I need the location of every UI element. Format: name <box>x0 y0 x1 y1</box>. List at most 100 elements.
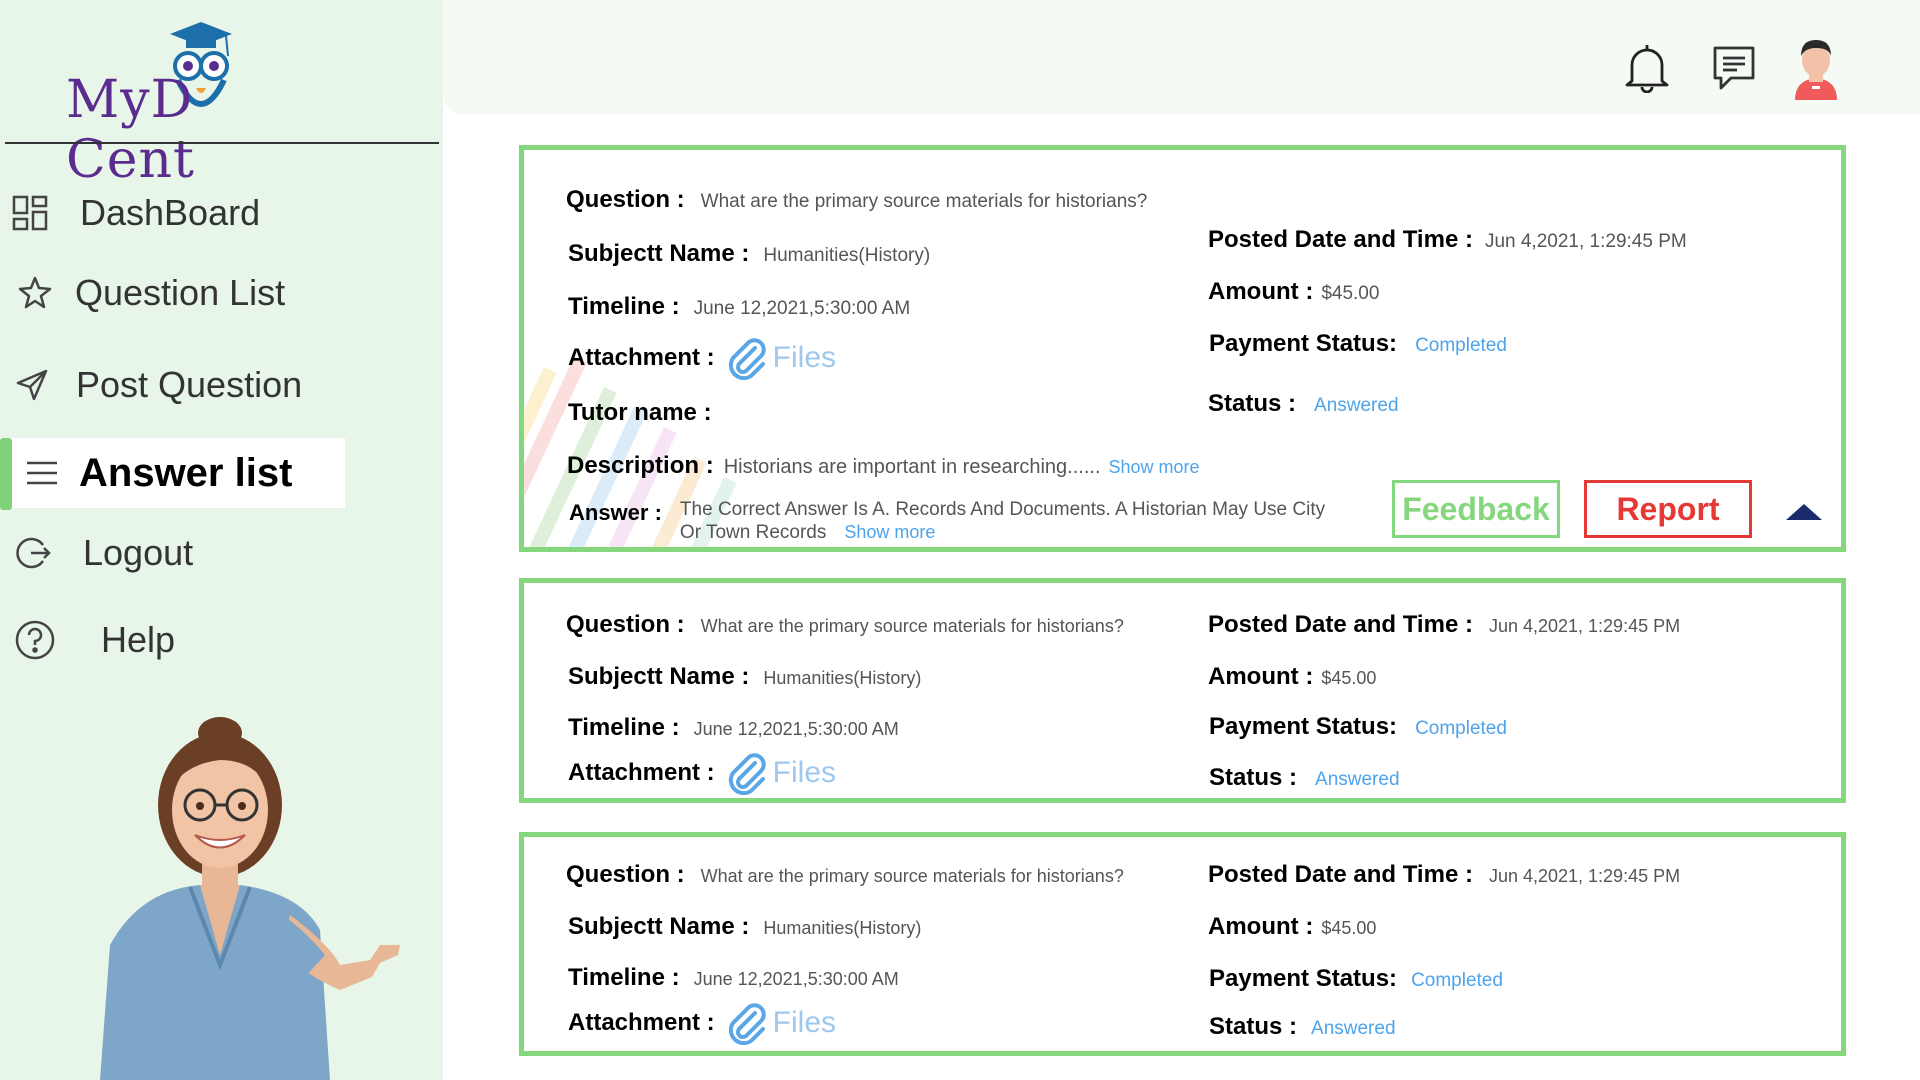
answer-label: Answer : <box>569 500 662 525</box>
files-link[interactable]: Files <box>725 336 836 380</box>
status-row: Status : Answered <box>1209 1013 1396 1041</box>
sidebar-item-label: Help <box>101 619 176 660</box>
files-label: Files <box>772 341 837 374</box>
brand-logo[interactable]: MyDCent <box>66 18 326 190</box>
subject-label: Subjectt Name : <box>568 663 750 690</box>
timeline-label: Timeline : <box>568 293 680 320</box>
attachment-row: Attachment : Files <box>568 1001 836 1045</box>
description-label: Description : <box>567 452 714 479</box>
paperclip-icon <box>728 1003 766 1045</box>
sidebar-item-question-list[interactable]: Question List <box>15 258 285 328</box>
message-icon[interactable] <box>1708 42 1760 94</box>
attachment-label: Attachment : <box>568 344 715 371</box>
amount-value: $45.00 <box>1321 668 1377 688</box>
collapse-triangle-icon[interactable] <box>1786 502 1822 522</box>
status-label: Status : <box>1209 1013 1298 1040</box>
status-row: Status : Answered <box>1209 764 1400 792</box>
sidebar: MyDCent DashBoard Question List Post Que… <box>0 0 443 1080</box>
amount-value: $45.00 <box>1321 283 1380 304</box>
subject-value: Humanities(History) <box>763 245 931 266</box>
status-label: Status : <box>1209 764 1298 791</box>
subject-row: Subjectt Name : Humanities(History) <box>568 913 921 941</box>
status-row: Status : Answered <box>1208 390 1399 418</box>
bell-icon[interactable] <box>1621 42 1673 94</box>
answer-card: Question : What are the primary source m… <box>519 145 1846 552</box>
sidebar-item-label: DashBoard <box>80 192 261 233</box>
feedback-button[interactable]: Feedback <box>1392 480 1560 538</box>
posted-value: Jun 4,2021, 1:29:45 PM <box>1484 231 1687 252</box>
tutor-label: Tutor name : <box>568 399 712 426</box>
tutor-row: Tutor name : <box>568 399 726 427</box>
files-link[interactable]: Files <box>725 1001 836 1045</box>
question-label: Question : <box>566 611 685 638</box>
attachment-label: Attachment : <box>568 1009 715 1036</box>
subject-row: Subjectt Name : Humanities(History) <box>568 663 921 691</box>
send-icon <box>12 365 52 405</box>
attachment-label: Attachment : <box>568 759 715 786</box>
subject-label: Subjectt Name : <box>568 240 750 267</box>
posted-row: Posted Date and Time : Jun 4,2021, 1:29:… <box>1208 226 1687 254</box>
sidebar-item-label: Question List <box>75 272 286 313</box>
sidebar-item-post-question[interactable]: Post Question <box>12 350 302 420</box>
status-value: Answered <box>1314 395 1399 416</box>
paperclip-icon <box>728 338 766 380</box>
report-button[interactable]: Report <box>1584 480 1752 538</box>
files-label: Files <box>772 756 837 789</box>
files-link[interactable]: Files <box>725 751 836 795</box>
star-icon <box>15 273 55 313</box>
question-value: What are the primary source materials fo… <box>700 616 1124 636</box>
posted-value: Jun 4,2021, 1:29:45 PM <box>1488 866 1681 886</box>
payment-status-value: Completed <box>1415 718 1507 739</box>
payment-row: Payment Status: Completed <box>1209 713 1507 741</box>
subject-row: Subjectt Name : Humanities(History) <box>568 240 930 268</box>
payment-label: Payment Status: <box>1209 330 1398 357</box>
answer-card: Question : What are the primary source m… <box>519 578 1846 803</box>
posted-value: Jun 4,2021, 1:29:45 PM <box>1488 616 1681 636</box>
timeline-value: June 12,2021,5:30:00 AM <box>693 969 899 989</box>
description-show-more-link[interactable]: Show more <box>1109 457 1200 478</box>
posted-row: Posted Date and Time : Jun 4,2021, 1:29:… <box>1208 861 1680 889</box>
sidebar-divider <box>5 142 439 144</box>
timeline-row: Timeline : June 12,2021,5:30:00 AM <box>568 714 899 742</box>
sidebar-item-label: Answer list <box>79 450 293 495</box>
timeline-row: Timeline : June 12,2021,5:30:00 AM <box>568 293 910 321</box>
timeline-value: June 12,2021,5:30:00 AM <box>693 719 899 739</box>
timeline-value: June 12,2021,5:30:00 AM <box>693 298 911 319</box>
amount-row: Amount : $45.00 <box>1208 663 1376 691</box>
brand-name: MyDCent <box>66 70 326 190</box>
avatar-icon[interactable] <box>1788 36 1844 100</box>
amount-label: Amount : <box>1208 663 1314 690</box>
subject-label: Subjectt Name : <box>568 913 750 940</box>
woman-pointing-illustration <box>100 717 400 1080</box>
menu-lines-icon <box>22 453 62 493</box>
attachment-row: Attachment : Files <box>568 751 836 795</box>
sidebar-item-answer-list[interactable]: Answer list <box>0 438 345 510</box>
active-indicator <box>0 438 12 510</box>
sidebar-item-logout[interactable]: Logout <box>13 518 193 588</box>
amount-label: Amount : <box>1208 278 1314 305</box>
files-label: Files <box>772 1006 837 1039</box>
question-row: Question : What are the primary source m… <box>566 861 1124 889</box>
question-label: Question : <box>566 186 685 213</box>
payment-label: Payment Status: <box>1209 965 1398 992</box>
sidebar-item-label: Post Question <box>76 364 303 405</box>
answer-text-block: The Correct Answer Is A. Records And Doc… <box>680 498 1325 544</box>
subject-value: Humanities(History) <box>763 668 922 688</box>
answer-show-more-link[interactable]: Show more <box>844 521 935 544</box>
status-label: Status : <box>1208 390 1297 417</box>
timeline-label: Timeline : <box>568 714 680 741</box>
amount-value: $45.00 <box>1321 918 1377 938</box>
sidebar-item-dashboard[interactable]: DashBoard <box>10 178 260 248</box>
answer-line-2: Or Town Records <box>679 522 827 543</box>
question-value: What are the primary source materials fo… <box>700 191 1148 212</box>
attachment-row: Attachment : Files <box>568 336 836 380</box>
paperclip-icon <box>728 753 766 795</box>
posted-label: Posted Date and Time : <box>1208 861 1473 888</box>
subject-value: Humanities(History) <box>763 918 922 938</box>
payment-row: Payment Status: Completed <box>1209 965 1503 993</box>
posted-label: Posted Date and Time : <box>1208 611 1473 638</box>
help-icon <box>15 620 55 660</box>
sidebar-item-help[interactable]: Help <box>15 605 175 675</box>
question-row: Question : What are the primary source m… <box>566 186 1147 214</box>
question-label: Question : <box>566 861 685 888</box>
